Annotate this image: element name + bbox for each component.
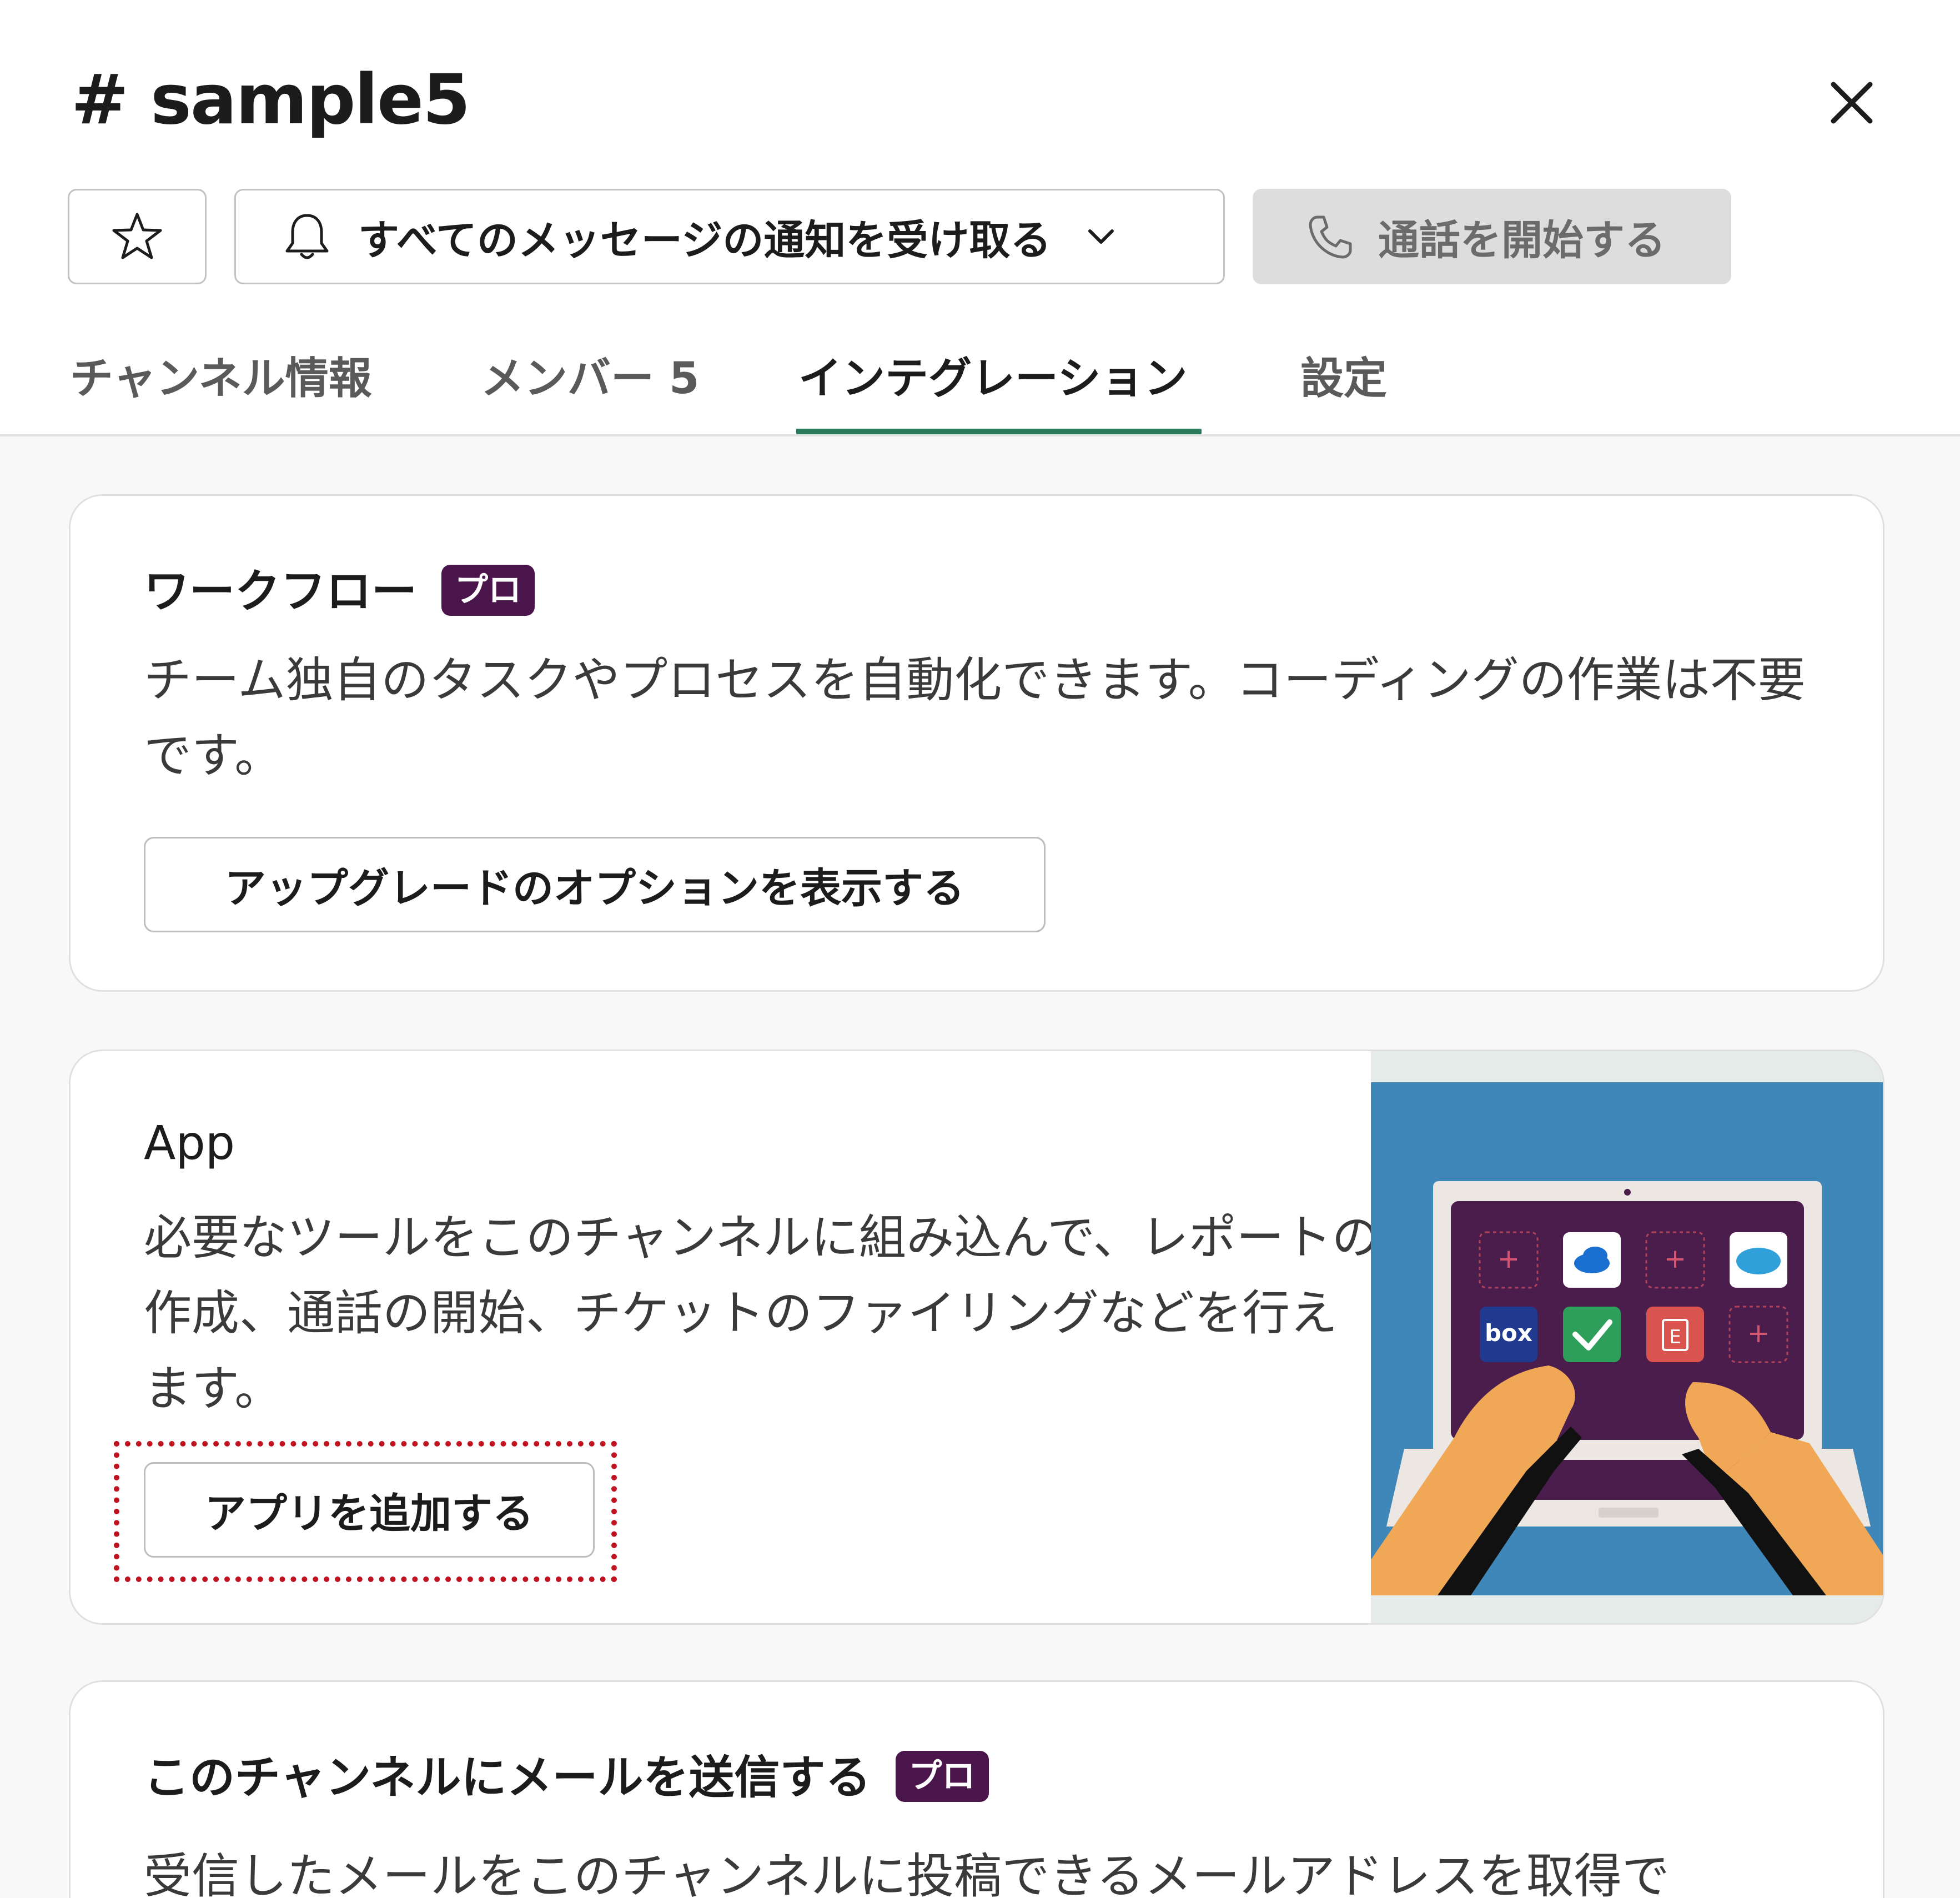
email-description: 受信したメールをこのチャンネルに投稿できるメールアドレスを取得で [144,1849,1670,1898]
chevron-down-icon [1088,229,1114,244]
channel-details-panel: # sample5 すべてのメッセージの通知を受け取る 通話を開始する チャンネ… [0,0,1960,1898]
call-label: 通話を開始する [1378,216,1666,264]
app-illustration: + + box E + [1371,1051,1883,1623]
svg-text:+: + [1664,1243,1686,1274]
workflow-title-text: ワークフロー [144,565,418,618]
tab-integrations[interactable]: インテグレーション [798,345,1187,412]
integrations-content: ワークフロー プロ チーム独自のタスクやプロセスを自動化できます。コーディングの作… [0,436,1960,1898]
notification-settings-button[interactable]: すべてのメッセージの通知を受け取る [234,189,1225,284]
svg-text:+: + [1497,1243,1520,1274]
add-app-button[interactable]: アプリを追加する [144,1462,595,1558]
workflow-card: ワークフロー プロ チーム独自のタスクやプロセスを自動化できます。コーディングの作… [69,494,1884,992]
star-icon [112,213,162,259]
workflow-description: チーム独自のタスクやプロセスを自動化できます。コーディングの作業は不要です。 [144,652,1806,784]
view-upgrade-options-button[interactable]: アップグレードのオプションを表示する [144,837,1046,932]
bell-icon [285,214,329,259]
phone-icon [1309,215,1352,259]
app-description: 必要なツールをこのチャンネルに組み込んで、レポートの作成、通話の開始、チケットの… [144,1210,1380,1417]
email-title-text: このチャンネルにメールを送信する [144,1751,871,1804]
close-button[interactable] [1821,72,1882,133]
panel-header: # sample5 すべてのメッセージの通知を受け取る 通話を開始する チャンネ… [0,0,1960,439]
e-logo-text: E [1669,1326,1681,1348]
workflow-title: ワークフロー プロ [144,561,535,622]
notification-label: すべてのメッセージの通知を受け取る [358,216,1052,264]
tab-settings[interactable]: 設定 [1300,345,1387,412]
star-button[interactable] [68,189,207,284]
tab-members[interactable]: メンバー 5 [481,345,699,412]
active-tab-indicator [796,429,1202,434]
email-card: このチャンネルにメールを送信する プロ 受信したメールをこのチャンネルに投稿できる… [69,1680,1884,1898]
svg-text:+: + [1747,1318,1770,1349]
box-logo-text: box [1485,1319,1532,1347]
channel-title: # sample5 [71,60,470,140]
tab-channel-info[interactable]: チャンネル情報 [70,345,372,412]
app-card: App 必要なツールをこのチャンネルに組み込んで、レポートの作成、通話の開始、チ… [69,1050,1884,1625]
laptop-apps-illustration: + + box E + [1371,1082,1883,1595]
pro-badge: プロ [895,1750,989,1802]
tab-bar: チャンネル情報 メンバー 5 インテグレーション 設定 [0,333,1960,439]
app-title: App [144,1116,235,1170]
email-title: このチャンネルにメールを送信する プロ [144,1748,989,1809]
start-call-button[interactable]: 通話を開始する [1253,189,1731,284]
close-icon [1831,82,1873,124]
pro-badge: プロ [441,564,535,616]
